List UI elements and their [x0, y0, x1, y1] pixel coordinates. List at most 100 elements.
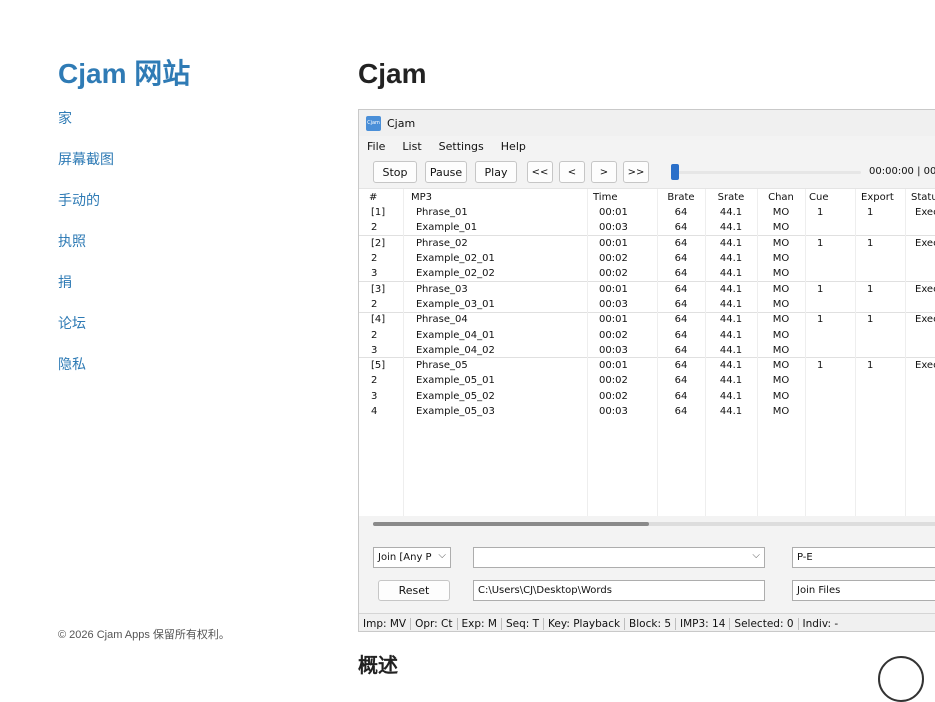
row-number: [4]: [359, 311, 403, 328]
col-header-srate[interactable]: Srate: [705, 189, 757, 205]
stop-button[interactable]: Stop: [373, 161, 417, 183]
row-time: 00:03: [599, 222, 628, 234]
row-bitrate: 64: [674, 207, 688, 219]
row-export: [855, 327, 905, 342]
row-channel: MO: [757, 235, 805, 251]
column-divider: [403, 189, 404, 516]
nav-item-screenshots: 屏幕截图: [58, 151, 318, 168]
column-divider: [757, 189, 758, 516]
row-time: 00:01: [587, 235, 657, 251]
table-row[interactable]: 3 Example_04_02 00:03 64 44.1 MO: [359, 343, 935, 358]
pe-field[interactable]: P-E: [792, 547, 935, 568]
menu-settings[interactable]: Settings: [439, 140, 484, 153]
nav-link-license[interactable]: 执照: [58, 233, 86, 249]
join-files-button[interactable]: Join Files: [792, 580, 935, 601]
next-button[interactable]: >: [591, 161, 617, 183]
table-row[interactable]: [4]Phrase_0400:016444.1MO11Exec: [359, 311, 935, 328]
reset-button[interactable]: Reset: [378, 580, 450, 601]
table-row[interactable]: 3 Example_05_02 00:02 64 44.1 MO: [359, 389, 935, 404]
col-header-brate[interactable]: Brate: [657, 189, 705, 205]
table-row[interactable]: 2 Example_02_01 00:02 64 44.1 MO: [359, 251, 935, 266]
row-status: Exec: [915, 207, 935, 219]
row-number: [3]: [359, 280, 403, 297]
mp3-table: # MP3 Time Brate Srate Chan Cue Export S…: [359, 189, 935, 419]
col-header-chan[interactable]: Chan: [757, 189, 805, 205]
table-row[interactable]: [1] Phrase_01 00:01 64 44.1 MO 1 1 Exec: [359, 205, 935, 220]
row-time: 00:01: [587, 280, 657, 297]
nav-link-donate[interactable]: 捐: [58, 274, 72, 290]
row-cue: [805, 404, 855, 419]
site-nav: 家 屏幕截图 手动的 执照 捐 论坛 隐私: [58, 110, 318, 373]
path-input[interactable]: C:\Users\CJ\Desktop\Words: [473, 580, 765, 601]
col-header-num[interactable]: #: [359, 189, 403, 205]
row-bitrate: 64: [674, 390, 688, 402]
col-header-status[interactable]: Status: [905, 189, 935, 205]
table-row[interactable]: 2 Example_04_01 00:02 64 44.1 MO: [359, 327, 935, 342]
nav-link-home[interactable]: 家: [58, 110, 72, 126]
status-imp: Imp: MV: [359, 617, 412, 630]
row-number: 2: [371, 329, 378, 341]
table-row[interactable]: 3 Example_02_02 00:02 64 44.1 MO: [359, 266, 935, 281]
row-time: 00:01: [587, 357, 657, 374]
row-samplerate: 44.1: [719, 298, 743, 310]
row-samplerate: 44.1: [705, 357, 757, 374]
chevron-down-icon: ⌵: [438, 550, 446, 561]
col-header-time[interactable]: Time: [587, 189, 657, 205]
last-button[interactable]: >>: [623, 161, 649, 183]
row-bitrate: 64: [674, 375, 688, 387]
table-row[interactable]: [5]Phrase_0500:016444.1MO11Exec: [359, 357, 935, 374]
row-status: Exec: [905, 311, 935, 328]
play-button[interactable]: Play: [475, 161, 517, 183]
horizontal-scroll-thumb[interactable]: [373, 522, 649, 526]
row-number: [2]: [359, 235, 403, 251]
menu-list[interactable]: List: [402, 140, 421, 153]
nav-item-donate: 捐: [58, 274, 318, 291]
row-status: [905, 343, 935, 358]
row-bitrate: 64: [657, 235, 705, 251]
nav-link-privacy[interactable]: 隐私: [58, 356, 86, 372]
table-row[interactable]: 2 Example_05_01 00:02 64 44.1 MO: [359, 373, 935, 388]
table-row[interactable]: 2 Example_01 00:03 64 44.1 MO: [359, 220, 935, 235]
row-channel: MO: [757, 357, 805, 374]
col-header-mp3[interactable]: MP3: [403, 189, 587, 205]
menu-file[interactable]: File: [367, 140, 385, 153]
pause-button[interactable]: Pause: [425, 161, 467, 183]
mp3-list[interactable]: # MP3 Time Brate Srate Chan Cue Export S…: [359, 188, 935, 516]
nav-link-manual[interactable]: 手动的: [58, 192, 100, 208]
status-selected: Selected: 0: [730, 617, 799, 630]
site-title[interactable]: Cjam 网站: [58, 56, 318, 92]
row-channel: MO: [772, 222, 790, 234]
table-row[interactable]: 2 Example_03_01 00:03 64 44.1 MO: [359, 297, 935, 312]
row-bitrate: 64: [657, 280, 705, 297]
row-mp3-name: Example_04_01: [416, 329, 495, 341]
table-row[interactable]: 4 Example_05_03 00:03 64 44.1 MO: [359, 404, 935, 419]
path-input-value: C:\Users\CJ\Desktop\Words: [478, 585, 612, 596]
join-mode-select[interactable]: Join [Any P ⌵: [373, 547, 451, 568]
row-channel: MO: [772, 253, 790, 265]
col-header-cue[interactable]: Cue: [805, 189, 855, 205]
row-export: 1: [855, 280, 905, 297]
row-samplerate: 44.1: [719, 329, 743, 341]
row-number: 2: [371, 375, 378, 387]
menu-help[interactable]: Help: [501, 140, 526, 153]
table-row[interactable]: [2]Phrase_0200:016444.1MO11Exec: [359, 235, 935, 251]
row-channel: MO: [772, 329, 790, 341]
prev-button[interactable]: <: [559, 161, 585, 183]
table-row[interactable]: [3]Phrase_0300:016444.1MO11Exec: [359, 280, 935, 297]
nav-link-screenshots[interactable]: 屏幕截图: [58, 151, 114, 167]
col-header-export[interactable]: Export: [855, 189, 905, 205]
slider-thumb[interactable]: [671, 164, 679, 180]
row-mp3-name: Phrase_04: [403, 311, 587, 328]
nav-link-forum[interactable]: 论坛: [58, 315, 86, 331]
file-combo[interactable]: ⌵: [473, 547, 765, 568]
table-header: # MP3 Time Brate Srate Chan Cue Export S…: [359, 189, 935, 205]
row-time: 00:03: [599, 344, 628, 356]
status-exp: Exp: M: [458, 617, 502, 630]
row-mp3-name: Example_02_01: [416, 253, 495, 265]
position-slider[interactable]: [671, 163, 861, 181]
row-mp3-name: Example_05_02: [416, 390, 495, 402]
first-button[interactable]: <<: [527, 161, 553, 183]
row-bitrate: 64: [674, 253, 688, 265]
pe-field-value: P-E: [797, 552, 813, 563]
row-cue: [805, 373, 855, 388]
